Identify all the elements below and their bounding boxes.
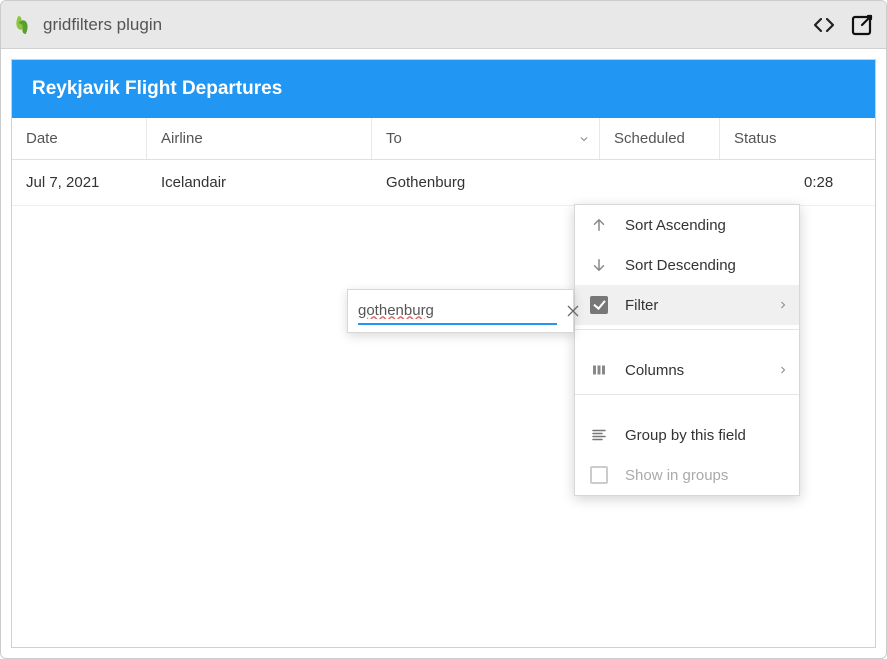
chevron-right-icon: [777, 364, 789, 376]
column-header-status[interactable]: Status: [720, 118, 875, 159]
group-icon: [589, 425, 609, 445]
show-in-groups-checkbox: [589, 465, 609, 485]
code-icon[interactable]: [812, 13, 836, 37]
open-external-icon[interactable]: [850, 13, 874, 37]
menu-separator: [575, 394, 799, 395]
filter-text-input[interactable]: [358, 298, 557, 325]
column-label: Status: [734, 130, 777, 147]
menu-filter[interactable]: Filter: [575, 285, 799, 325]
menu-gap: [575, 334, 799, 350]
menu-label: Filter: [625, 297, 658, 314]
filter-checkbox[interactable]: [589, 295, 609, 315]
cell-date: Jul 7, 2021: [12, 160, 147, 205]
panel-title: Reykjavik Flight Departures: [12, 60, 875, 118]
menu-separator: [575, 329, 799, 330]
filter-text-flyout: [347, 289, 574, 333]
titlebar-title: gridfilters plugin: [43, 15, 812, 35]
checkbox-checked-icon: [590, 296, 608, 314]
column-header-to[interactable]: To: [372, 118, 600, 159]
column-label: Scheduled: [614, 130, 685, 147]
menu-label: Sort Ascending: [625, 217, 726, 234]
close-icon: [565, 303, 581, 319]
titlebar: gridfilters plugin: [1, 1, 886, 49]
table-row[interactable]: Jul 7, 2021 Icelandair Gothenburg 0:28: [12, 160, 875, 206]
chevron-right-icon: [777, 299, 789, 311]
column-label: Date: [26, 130, 58, 147]
menu-label: Sort Descending: [625, 257, 736, 274]
menu-label: Group by this field: [625, 427, 746, 444]
app-window: gridfilters plugin Reykjavik Flight Depa…: [0, 0, 887, 659]
column-label: Airline: [161, 130, 203, 147]
cell-to: Gothenburg: [372, 160, 600, 205]
column-header-airline[interactable]: Airline: [147, 118, 372, 159]
arrow-down-icon: [589, 255, 609, 275]
menu-sort-ascending[interactable]: Sort Ascending: [575, 205, 799, 245]
column-menu-trigger[interactable]: [575, 130, 593, 148]
grid-body: Jul 7, 2021 Icelandair Gothenburg 0:28: [12, 160, 875, 206]
menu-label: Show in groups: [625, 467, 728, 484]
menu-group-by-field[interactable]: Group by this field: [575, 415, 799, 455]
menu-label: Columns: [625, 362, 684, 379]
main-area: Reykjavik Flight Departures Date Airline…: [1, 49, 886, 658]
cell-airline: Icelandair: [147, 160, 372, 205]
menu-show-in-groups: Show in groups: [575, 455, 799, 495]
chevron-down-icon: [578, 133, 590, 145]
column-context-menu: Sort Ascending Sort Descending Filter: [574, 204, 800, 496]
sencha-logo-icon: [11, 14, 33, 36]
menu-columns[interactable]: Columns: [575, 350, 799, 390]
titlebar-actions: [812, 13, 874, 37]
checkbox-unchecked-icon: [590, 466, 608, 484]
grid-header-row: Date Airline To Scheduled Status: [12, 118, 875, 160]
columns-icon: [589, 360, 609, 380]
menu-sort-descending[interactable]: Sort Descending: [575, 245, 799, 285]
cell-scheduled: [600, 160, 720, 205]
column-header-date[interactable]: Date: [12, 118, 147, 159]
cell-status: 0:28: [720, 160, 875, 205]
column-header-scheduled[interactable]: Scheduled: [600, 118, 720, 159]
arrow-up-icon: [589, 215, 609, 235]
clear-filter-button[interactable]: [565, 301, 581, 321]
menu-gap: [575, 399, 799, 415]
column-label: To: [386, 130, 402, 147]
